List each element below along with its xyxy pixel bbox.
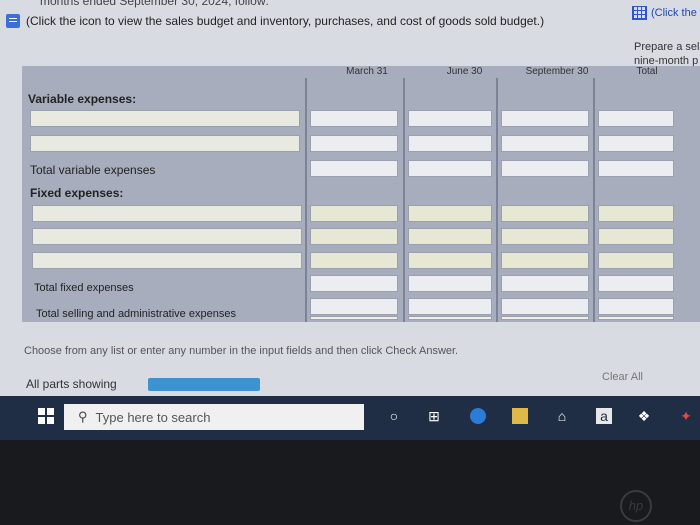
table-icon[interactable] [632,6,647,20]
file-explorer-icon[interactable] [512,408,528,424]
variable-expenses-label: Variable expenses: [28,92,137,106]
double-underline [501,316,589,320]
answer-instruction: Choose from any list or enter any number… [24,345,459,357]
total-variable-march[interactable] [310,160,398,177]
variable-1-september[interactable] [501,110,589,127]
app-icon[interactable]: ✦ [678,408,694,424]
total-fixed-march[interactable] [310,275,398,292]
dropbox-icon[interactable]: ❖ [636,408,652,424]
parts-showing-label: All parts showing [26,377,117,391]
cutoff-problem-text: months ended September 30, 2024, follow: [40,0,269,8]
taskbar-search-box[interactable]: ⚲ Type here to search [64,404,364,430]
progress-bar [148,378,260,391]
variable-2-september[interactable] [501,135,589,152]
hp-logo: hp [620,490,652,522]
fixed-expense-select-1[interactable] [32,205,302,222]
document-icon[interactable] [6,14,20,28]
fixed-2-total[interactable] [598,228,674,245]
windows-start-icon[interactable] [38,408,54,424]
data-table-link[interactable]: (Click the [632,6,697,20]
fixed-1-september[interactable] [501,205,589,222]
column-divider [496,78,498,322]
edge-icon[interactable] [470,408,486,424]
budget-instruction[interactable]: (Click the icon to view the sales budget… [6,14,544,28]
double-underline [598,316,674,320]
sga-budget-table: March 31 June 30 September 30 Total Vari… [22,66,700,322]
variable-1-total[interactable] [598,110,674,127]
total-fixed-total[interactable] [598,275,674,292]
column-divider [403,78,405,322]
header-september: September 30 [525,66,589,77]
cortana-icon[interactable]: ○ [386,408,402,424]
variable-2-total[interactable] [598,135,674,152]
total-sga-label: Total selling and administrative expense… [36,308,236,320]
fixed-1-total[interactable] [598,205,674,222]
total-sga-march[interactable] [310,298,398,315]
variable-expense-select-1[interactable] [30,110,300,127]
fixed-2-june[interactable] [408,228,492,245]
laptop-bezel [0,440,700,525]
fixed-2-march[interactable] [310,228,398,245]
instruction-text: (Click the icon to view the sales budget… [26,14,545,28]
total-variable-september[interactable] [501,160,589,177]
fixed-expense-select-2[interactable] [32,228,302,245]
double-underline [408,316,492,320]
fixed-3-june[interactable] [408,252,492,269]
search-icon: ⚲ [78,409,88,424]
search-placeholder: Type here to search [95,409,211,425]
variable-1-march[interactable] [310,110,398,127]
fixed-2-september[interactable] [501,228,589,245]
store-icon[interactable]: ⌂ [554,408,570,424]
fixed-3-total[interactable] [598,252,674,269]
prepare-instruction: Prepare a sel nine-month p [634,40,699,68]
variable-1-june[interactable] [408,110,492,127]
clear-all-button[interactable]: Clear All [602,371,643,383]
total-variable-total[interactable] [598,160,674,177]
browser-screen: months ended September 30, 2024, follow:… [0,0,700,440]
header-total: Total [636,66,658,77]
header-june: June 30 [446,66,483,77]
variable-2-march[interactable] [310,135,398,152]
amazon-icon[interactable]: a [596,408,612,424]
total-variable-expenses-label: Total variable expenses [30,163,156,177]
task-view-icon[interactable]: ⊞ [426,408,442,424]
data-table-link-text: (Click the [651,7,697,19]
fixed-3-march[interactable] [310,252,398,269]
fixed-3-september[interactable] [501,252,589,269]
total-fixed-september[interactable] [501,275,589,292]
windows-taskbar: ⚲ Type here to search ○ ⊞ ⌂ a ❖ ✦ [0,396,700,440]
total-sga-total[interactable] [598,298,674,315]
header-march: March 31 [346,66,388,77]
prepare-line-1: Prepare a sel [634,41,700,53]
fixed-expenses-label: Fixed expenses: [30,186,124,200]
fixed-expense-select-3[interactable] [32,252,302,269]
total-sga-june[interactable] [408,298,492,315]
column-divider [593,78,595,322]
variable-2-june[interactable] [408,135,492,152]
total-fixed-june[interactable] [408,275,492,292]
fixed-1-june[interactable] [408,205,492,222]
fixed-1-march[interactable] [310,205,398,222]
total-sga-september[interactable] [501,298,589,315]
variable-expense-select-2[interactable] [30,135,300,152]
total-variable-june[interactable] [408,160,492,177]
double-underline [310,316,398,320]
total-fixed-expenses-label: Total fixed expenses [34,282,134,294]
column-divider [305,78,307,322]
